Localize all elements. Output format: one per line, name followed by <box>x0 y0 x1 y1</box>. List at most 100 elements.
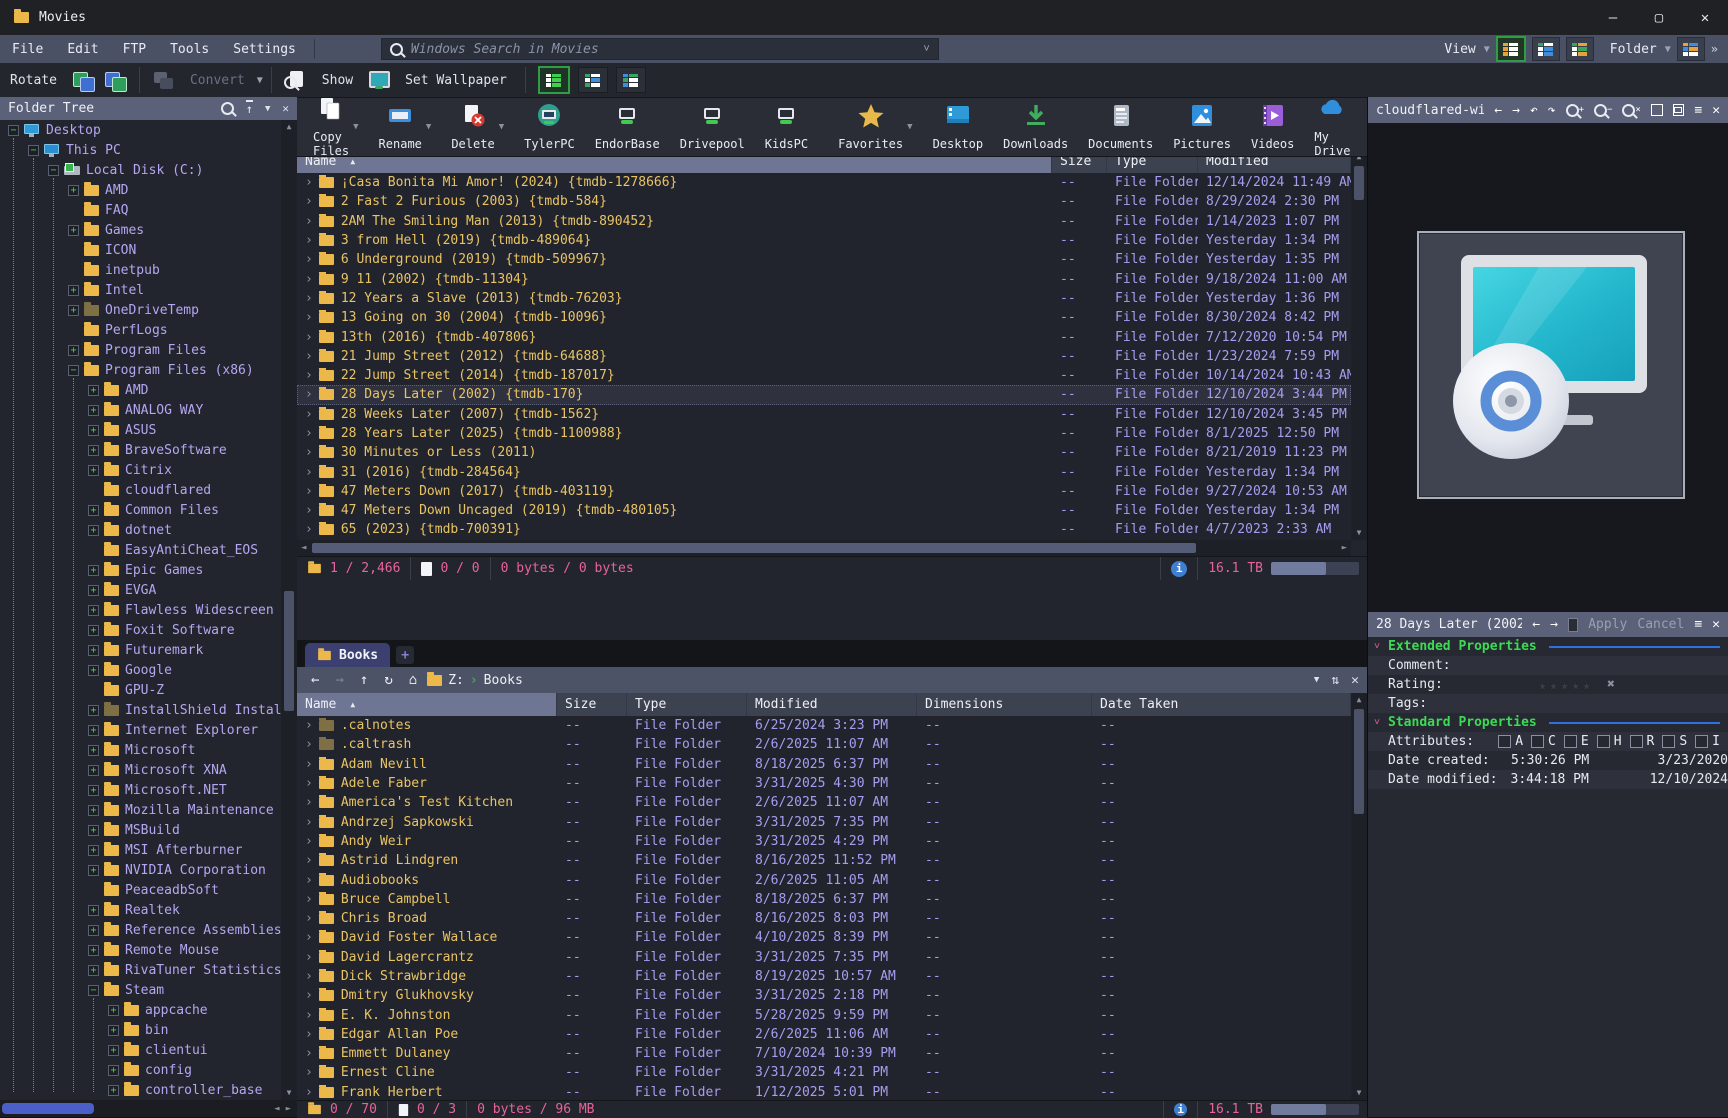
metadata-checkbox[interactable] <box>1568 618 1578 632</box>
tree-expander-icon[interactable]: + <box>88 965 99 976</box>
action-button-rename[interactable]: Rename <box>369 99 432 155</box>
table-row[interactable]: ›¡Casa Bonita Mi Amor! (2024) {tmdb-1278… <box>297 173 1351 192</box>
action-button-copy-files[interactable]: Copy Files <box>303 92 359 162</box>
row-expander-icon[interactable]: › <box>305 465 313 480</box>
attribute-checkbox-r[interactable] <box>1630 735 1643 748</box>
tree-item[interactable]: +dotnet <box>0 520 281 540</box>
row-expander-icon[interactable]: › <box>305 522 313 537</box>
tree-item[interactable]: +Intel <box>0 280 281 300</box>
tree-expander-icon[interactable]: + <box>88 705 99 716</box>
row-expander-icon[interactable]: › <box>305 834 313 849</box>
fit-page-icon[interactable] <box>1651 104 1663 116</box>
action-button-drivepool[interactable]: Drivepool <box>670 99 755 155</box>
zoom-in-icon[interactable]: + <box>1566 104 1584 117</box>
refresh-icon[interactable]: ↻ <box>378 672 398 688</box>
action-button-desktop[interactable]: Desktop <box>923 99 994 155</box>
tree-expander-icon[interactable]: + <box>88 565 99 576</box>
tree-item[interactable]: −Local Disk (C:) <box>0 160 281 180</box>
star-icon[interactable]: ★ <box>1560 676 1569 694</box>
tree-item[interactable]: −Program Files (x86) <box>0 360 281 380</box>
action-button-downloads[interactable]: Downloads <box>993 99 1078 155</box>
rotate-left-icon[interactable]: ↶ <box>1530 103 1538 118</box>
scroll-right-icon[interactable]: ► <box>286 1104 291 1114</box>
row-expander-icon[interactable]: › <box>305 1085 313 1100</box>
rating-stars[interactable]: ★★★★★ <box>1538 676 1593 694</box>
action-button-delete[interactable]: Delete <box>441 99 504 155</box>
row-expander-icon[interactable]: › <box>305 757 313 772</box>
column-header-modified[interactable]: Modified <box>747 693 917 716</box>
convert-button[interactable]: Convert <box>180 73 255 88</box>
row-expander-icon[interactable]: › <box>305 718 313 733</box>
apply-button[interactable]: Apply <box>1588 617 1627 632</box>
row-expander-icon[interactable]: › <box>305 426 313 441</box>
table-row[interactable]: ›Andrzej Sapkowski--File Folder3/31/2025… <box>297 812 1351 831</box>
table-row[interactable]: ›28 Years Later (2025) {tmdb-1100988}--F… <box>297 424 1351 443</box>
row-expander-icon[interactable]: › <box>305 1046 313 1061</box>
dropdown-chevron-icon[interactable]: ▼ <box>353 122 358 132</box>
tree-item[interactable]: −EasyAntiCheat_EOS <box>0 540 281 560</box>
close-button[interactable]: ✕ <box>1682 0 1728 35</box>
metadata-close-icon[interactable]: ✕ <box>1712 617 1720 632</box>
movies-scroll-thumb[interactable] <box>1354 166 1364 200</box>
row-expander-icon[interactable]: › <box>305 252 313 267</box>
tree-expander-icon[interactable]: + <box>88 745 99 756</box>
preview-image[interactable] <box>1417 231 1685 499</box>
tree-vertical-scrollbar[interactable]: ▲ ▼ <box>281 120 297 1100</box>
tree-item[interactable]: +Futuremark <box>0 640 281 660</box>
tree-item[interactable]: +MSI Afterburner <box>0 840 281 860</box>
tree-expander-icon[interactable]: + <box>88 465 99 476</box>
action-button-pictures[interactable]: Pictures <box>1163 99 1241 155</box>
tree-item[interactable]: −GPU-Z <box>0 680 281 700</box>
table-row[interactable]: ›3 from Hell (2019) {tmdb-489064}--File … <box>297 231 1351 250</box>
extended-properties-section[interactable]: ˅ Extended Properties <box>1368 637 1728 656</box>
tree-item[interactable]: −PerfLogs <box>0 320 281 340</box>
tree-expander-icon[interactable]: + <box>88 785 99 796</box>
action-button-endorbase[interactable]: EndorBase <box>585 99 670 155</box>
tree-expander-icon[interactable]: + <box>88 425 99 436</box>
folder-format-button[interactable] <box>1677 37 1705 61</box>
row-expander-icon[interactable]: › <box>305 737 313 752</box>
row-expander-icon[interactable]: › <box>305 368 313 383</box>
attribute-checkbox-h[interactable] <box>1597 735 1610 748</box>
table-row[interactable]: ›13 Going on 30 (2004) {tmdb-10096}--Fil… <box>297 308 1351 327</box>
tree-menu-chevron-icon[interactable]: ▼ <box>265 104 270 114</box>
table-row[interactable]: ›Adam Nevill--File Folder8/18/2025 6:37 … <box>297 755 1351 774</box>
tree-item[interactable]: +Google <box>0 660 281 680</box>
tree-item[interactable]: +Microsoft.NET <box>0 780 281 800</box>
tree-item[interactable]: +Internet Explorer <box>0 720 281 740</box>
tree-expander-icon[interactable]: + <box>68 185 79 196</box>
scroll-down-icon[interactable]: ▼ <box>1357 1086 1362 1100</box>
table-row[interactable]: ›Frank Herbert--File Folder1/12/2025 5:0… <box>297 1083 1351 1100</box>
tree-item[interactable]: +Microsoft <box>0 740 281 760</box>
tree-item[interactable]: +AMD <box>0 380 281 400</box>
tree-item[interactable]: +Program Files <box>0 340 281 360</box>
movies-hscroll-thumb[interactable] <box>312 543 1195 553</box>
tree-item[interactable]: +Realtek <box>0 900 281 920</box>
table-row[interactable]: ›30 Minutes or Less (2011)--File Folder8… <box>297 443 1351 462</box>
table-row[interactable]: ›65 (2023) {tmdb-700391}--File Folder4/7… <box>297 520 1351 539</box>
tree-expander-icon[interactable]: + <box>108 1005 119 1016</box>
show-button[interactable]: Show <box>312 73 363 88</box>
star-icon[interactable]: ★ <box>1549 676 1558 694</box>
tree-item[interactable]: +clientui <box>0 1040 281 1060</box>
row-expander-icon[interactable]: › <box>305 1065 313 1080</box>
tree-item[interactable]: +MSBuild <box>0 820 281 840</box>
table-row[interactable]: ›Dick Strawbridge--File Folder8/19/2025 … <box>297 967 1351 986</box>
maximize-button[interactable]: ▢ <box>1636 0 1682 35</box>
column-header-type[interactable]: Type <box>627 693 747 716</box>
table-row[interactable]: ›.caltrash--File Folder2/6/2025 11:07 AM… <box>297 735 1351 754</box>
tree-expander-icon[interactable]: + <box>88 645 99 656</box>
row-expander-icon[interactable]: › <box>305 484 313 499</box>
table-row[interactable]: ›2AM The Smiling Man (2013) {tmdb-890452… <box>297 212 1351 231</box>
table-row[interactable]: ›Adele Faber--File Folder3/31/2025 4:30 … <box>297 774 1351 793</box>
attribute-checkbox-s[interactable] <box>1662 735 1675 748</box>
tree-item[interactable]: +appcache <box>0 1000 281 1020</box>
books-vertical-scrollbar[interactable]: ▲ ▼ <box>1351 693 1367 1100</box>
attribute-checkbox-c[interactable] <box>1531 735 1544 748</box>
table-row[interactable]: ›47 Meters Down Uncaged (2019) {tmdb-480… <box>297 501 1351 520</box>
row-expander-icon[interactable]: › <box>305 950 313 965</box>
viewer-prev-icon[interactable]: ← <box>1494 103 1502 118</box>
tree-search-icon[interactable] <box>221 102 234 115</box>
tree-item[interactable]: −Desktop <box>0 120 281 140</box>
minimize-button[interactable]: – <box>1590 0 1636 35</box>
